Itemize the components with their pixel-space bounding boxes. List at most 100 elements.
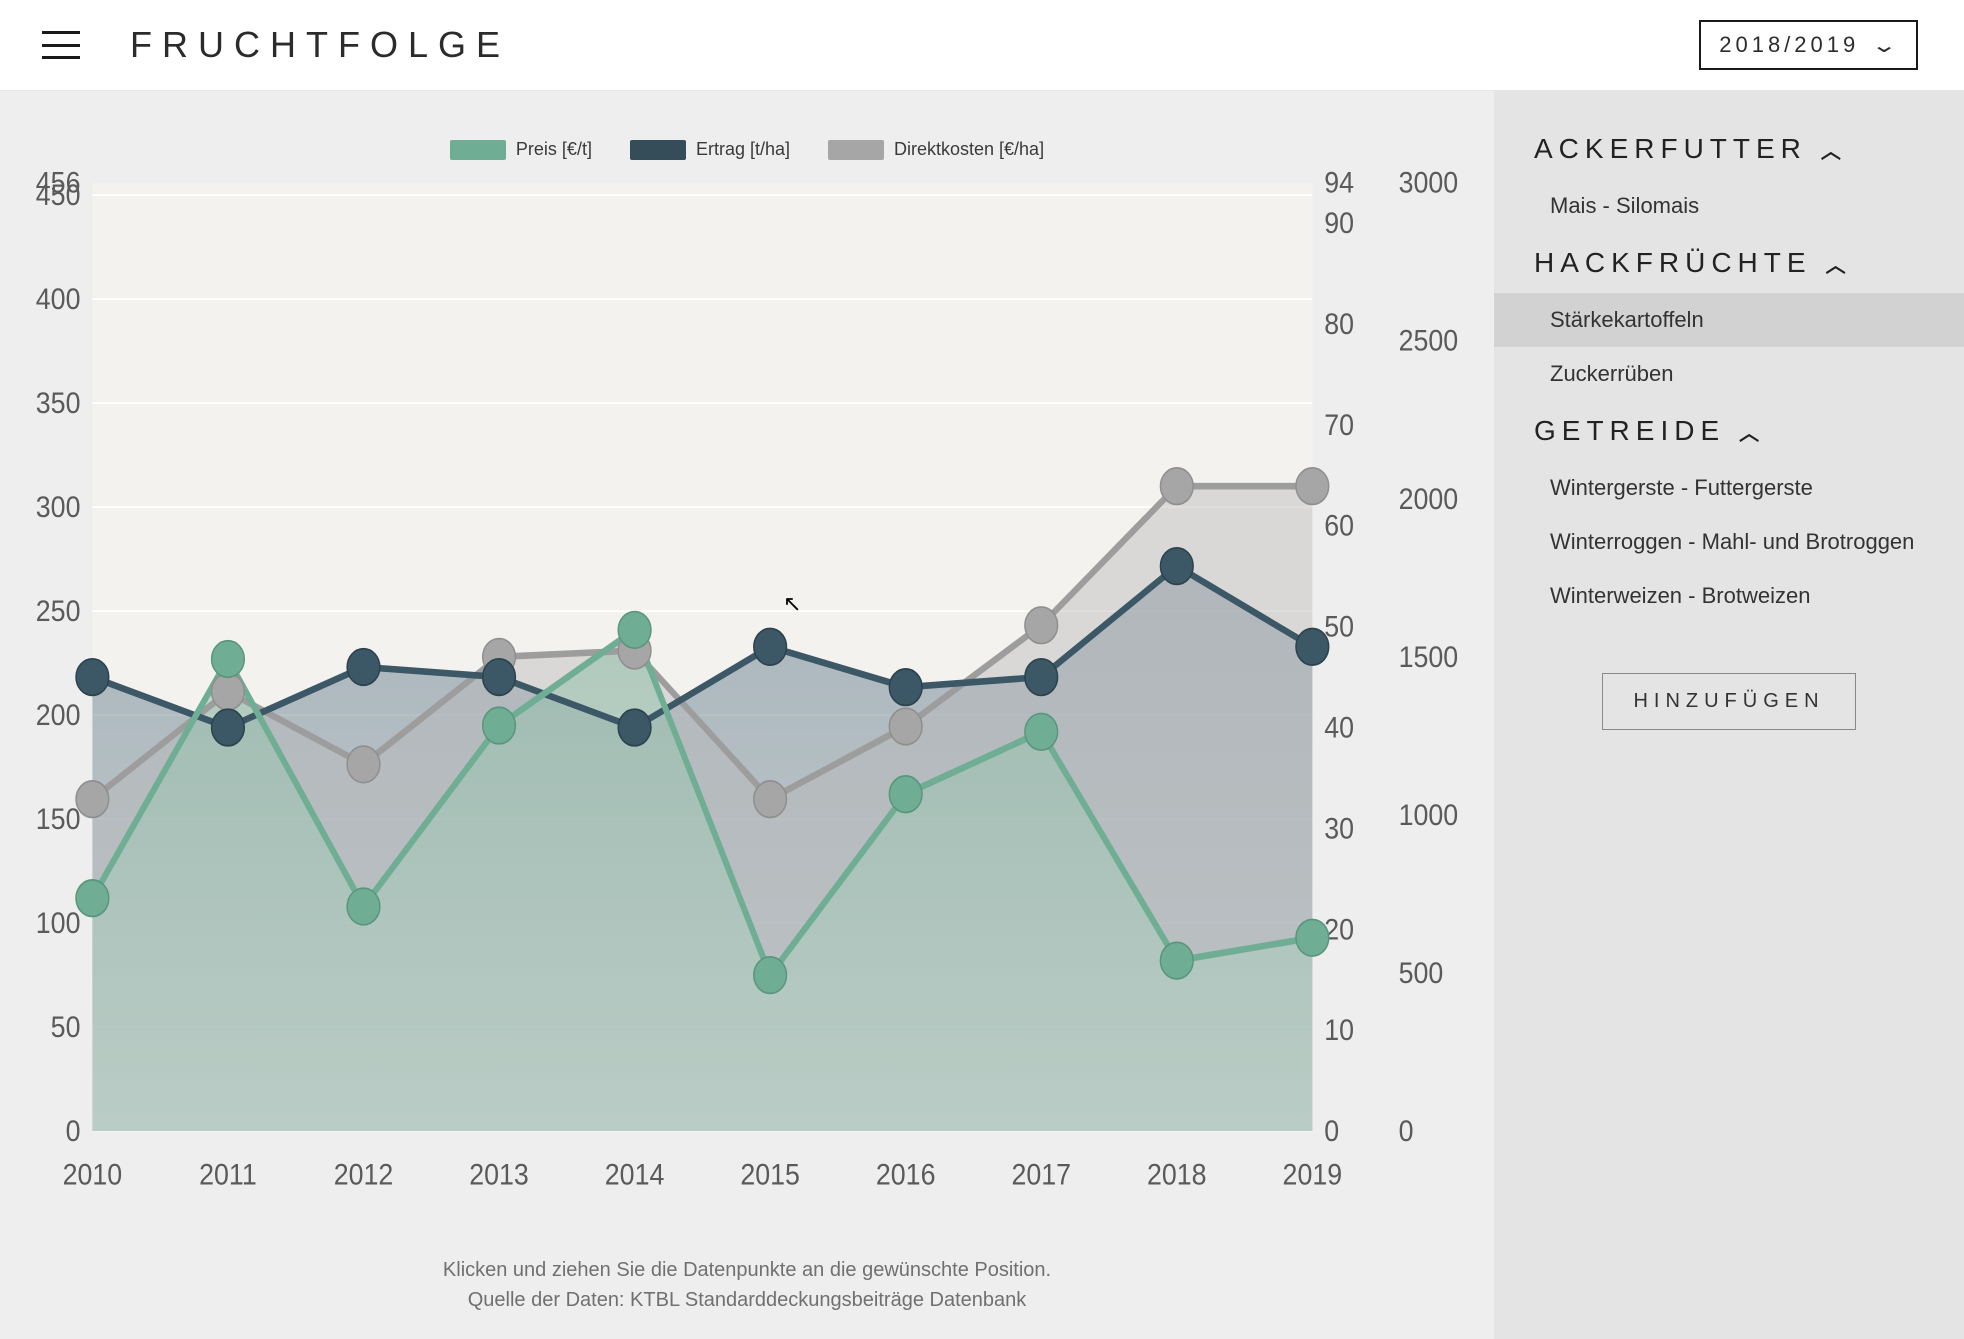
header-left: FRUCHTFOLGE — [42, 24, 510, 66]
data-point[interactable] — [1160, 548, 1193, 585]
data-point[interactable] — [1025, 659, 1058, 696]
data-point[interactable] — [483, 707, 516, 744]
svg-text:400: 400 — [36, 283, 81, 317]
svg-text:150: 150 — [36, 803, 81, 837]
svg-text:200: 200 — [36, 699, 81, 733]
data-point[interactable] — [754, 629, 787, 666]
add-crop-button[interactable]: HINZUFÜGEN — [1602, 673, 1855, 730]
data-point[interactable] — [347, 888, 380, 925]
season-selector-value: 2018/2019 — [1719, 32, 1859, 58]
crop-item-staerkekartoffeln[interactable]: Stärkekartoffeln — [1494, 293, 1964, 347]
data-point[interactable] — [212, 673, 245, 710]
data-point[interactable] — [1296, 919, 1329, 956]
svg-text:40: 40 — [1324, 711, 1354, 745]
legend-item-yield[interactable]: Ertrag [t/ha] — [630, 139, 790, 160]
chevron-up-icon: ︿ — [1821, 135, 1847, 164]
data-point[interactable] — [1160, 468, 1193, 505]
chevron-up-icon: ︿ — [1826, 249, 1852, 278]
chevron-up-icon: ︿ — [1739, 417, 1765, 446]
data-point[interactable] — [347, 746, 380, 783]
svg-text:2011: 2011 — [199, 1158, 257, 1192]
svg-text:500: 500 — [1399, 957, 1444, 991]
svg-text:70: 70 — [1324, 408, 1354, 442]
crop-item-winterroggen[interactable]: Winterroggen - Mahl- und Brotroggen — [1494, 515, 1964, 569]
category-label: HACKFRÜCHTE — [1534, 247, 1812, 279]
chart-pane: Preis [€/t] Ertrag [t/ha] Direktkosten [… — [0, 91, 1494, 1339]
chevron-down-icon: ⌄ — [1871, 33, 1904, 58]
add-button-wrap: HINZUFÜGEN — [1494, 673, 1964, 730]
svg-text:100: 100 — [36, 907, 81, 941]
season-selector[interactable]: 2018/2019 ⌄ — [1699, 20, 1918, 70]
data-point[interactable] — [754, 957, 787, 994]
svg-text:90: 90 — [1324, 207, 1354, 241]
svg-text:10: 10 — [1324, 1014, 1354, 1048]
svg-text:2015: 2015 — [740, 1158, 800, 1192]
data-point[interactable] — [76, 781, 109, 818]
category-hackfruechte[interactable]: HACKFRÜCHTE ︿ — [1494, 233, 1964, 293]
crop-item-zuckerrueben[interactable]: Zuckerrüben — [1494, 347, 1964, 401]
data-point[interactable] — [618, 709, 651, 746]
data-point[interactable] — [1296, 468, 1329, 505]
svg-text:60: 60 — [1324, 509, 1354, 543]
svg-text:30: 30 — [1324, 812, 1354, 846]
app-header: FRUCHTFOLGE 2018/2019 ⌄ — [0, 0, 1964, 91]
svg-text:1000: 1000 — [1399, 799, 1459, 833]
svg-text:50: 50 — [1324, 610, 1354, 644]
legend-item-price[interactable]: Preis [€/t] — [450, 139, 592, 160]
svg-text:0: 0 — [1399, 1115, 1414, 1149]
data-point[interactable] — [1160, 942, 1193, 979]
legend-swatch-icon — [828, 140, 884, 160]
category-ackerfutter[interactable]: ACKERFUTTER ︿ — [1494, 119, 1964, 179]
main-content: Preis [€/t] Ertrag [t/ha] Direktkosten [… — [0, 91, 1964, 1339]
svg-text:3000: 3000 — [1399, 166, 1459, 200]
svg-text:2014: 2014 — [605, 1158, 665, 1192]
legend-swatch-icon — [450, 140, 506, 160]
crop-item-winterweizen[interactable]: Winterweizen - Brotweizen — [1494, 569, 1964, 623]
svg-text:1500: 1500 — [1399, 641, 1459, 675]
caption-line-1: Klicken und ziehen Sie die Datenpunkte a… — [18, 1255, 1476, 1285]
svg-text:2500: 2500 — [1399, 324, 1459, 358]
svg-text:50: 50 — [51, 1011, 81, 1045]
svg-text:2018: 2018 — [1147, 1158, 1207, 1192]
data-point[interactable] — [889, 669, 922, 706]
app-title: FRUCHTFOLGE — [130, 24, 510, 66]
data-point[interactable] — [212, 641, 245, 678]
menu-icon[interactable] — [42, 31, 80, 59]
chart-legend: Preis [€/t] Ertrag [t/ha] Direktkosten [… — [18, 139, 1476, 160]
data-point[interactable] — [754, 781, 787, 818]
svg-text:250: 250 — [36, 595, 81, 629]
crop-item-mais[interactable]: Mais - Silomais — [1494, 179, 1964, 233]
svg-text:0: 0 — [1324, 1115, 1339, 1149]
category-getreide[interactable]: GETREIDE ︿ — [1494, 401, 1964, 461]
data-point[interactable] — [889, 708, 922, 745]
chart-caption: Klicken und ziehen Sie die Datenpunkte a… — [18, 1255, 1476, 1315]
chart-area[interactable]: 0501001502002503003504004504560102030405… — [18, 166, 1476, 1231]
svg-text:2016: 2016 — [876, 1158, 936, 1192]
data-point[interactable] — [76, 659, 109, 696]
svg-text:2013: 2013 — [469, 1158, 529, 1192]
legend-item-cost[interactable]: Direktkosten [€/ha] — [828, 139, 1044, 160]
crop-item-wintergerste[interactable]: Wintergerste - Futtergerste — [1494, 461, 1964, 515]
data-point[interactable] — [212, 709, 245, 746]
legend-label: Ertrag [t/ha] — [696, 139, 790, 160]
chart-svg[interactable]: 0501001502002503003504004504560102030405… — [18, 166, 1476, 1231]
crop-sidebar: ACKERFUTTER ︿ Mais - Silomais HACKFRÜCHT… — [1494, 91, 1964, 1339]
data-point[interactable] — [483, 659, 516, 696]
svg-text:300: 300 — [36, 491, 81, 525]
data-point[interactable] — [889, 776, 922, 813]
svg-text:2000: 2000 — [1399, 482, 1459, 516]
data-point[interactable] — [1296, 629, 1329, 666]
svg-text:80: 80 — [1324, 308, 1354, 342]
svg-text:2010: 2010 — [63, 1158, 123, 1192]
category-label: GETREIDE — [1534, 415, 1725, 447]
data-point[interactable] — [76, 880, 109, 917]
data-point[interactable] — [1025, 607, 1058, 644]
data-point[interactable] — [347, 649, 380, 686]
legend-label: Direktkosten [€/ha] — [894, 139, 1044, 160]
svg-text:2012: 2012 — [334, 1158, 394, 1192]
category-label: ACKERFUTTER — [1534, 133, 1807, 165]
svg-text:2019: 2019 — [1283, 1158, 1343, 1192]
legend-label: Preis [€/t] — [516, 139, 592, 160]
data-point[interactable] — [1025, 713, 1058, 750]
data-point[interactable] — [618, 612, 651, 649]
